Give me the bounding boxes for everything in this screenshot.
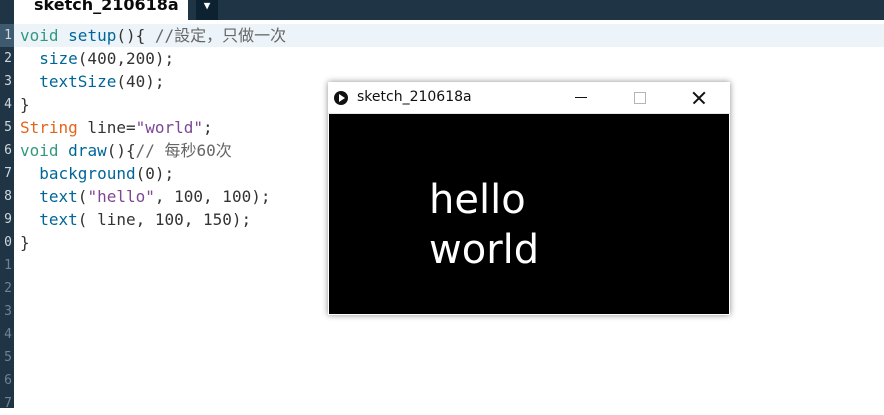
function-name: text <box>39 187 78 206</box>
code-text: (0); <box>135 164 175 183</box>
close-button[interactable] <box>684 86 712 110</box>
code-line[interactable]: void setup(){ //設定，只做一次 <box>20 24 286 47</box>
code-text: , 100, 100); <box>154 187 271 206</box>
function-name: background <box>39 164 136 183</box>
line-number: 1 <box>4 258 12 273</box>
code-line[interactable]: } <box>20 93 30 116</box>
function-name: size <box>39 49 78 68</box>
line-number: 7 <box>4 396 12 411</box>
tab-sketch[interactable]: sketch_210618a <box>14 0 188 20</box>
line-number: 3 <box>4 74 12 89</box>
code-text: ; <box>203 118 213 137</box>
code-line[interactable]: void draw(){// 每秒60次 <box>20 139 232 162</box>
function-name: text <box>39 210 78 229</box>
function-name: textSize <box>39 72 117 91</box>
sketch-window[interactable]: sketch_210618a hello world <box>328 82 730 315</box>
line-number: 1 <box>4 28 12 43</box>
code-line[interactable]: background(0); <box>20 162 174 185</box>
code-line[interactable]: } <box>20 231 30 254</box>
minimize-button[interactable] <box>568 86 596 110</box>
line-number: 2 <box>4 281 12 296</box>
code-text: (400,200); <box>77 49 175 68</box>
function-name: setup <box>68 26 117 45</box>
sketch-window-titlebar[interactable]: sketch_210618a <box>328 82 730 114</box>
canvas-text-hello: hello <box>429 177 526 223</box>
line-number: 5 <box>4 350 12 365</box>
tab-menu-arrow-icon[interactable]: ▼ <box>196 0 218 20</box>
line-number: 8 <box>4 189 12 204</box>
code-text: } <box>20 233 30 252</box>
string-literal: "world" <box>135 118 204 137</box>
line-number: 6 <box>4 373 12 388</box>
sketch-canvas[interactable]: hello world <box>329 114 729 314</box>
maximize-button[interactable] <box>626 86 654 110</box>
tab-bar: sketch_210618a ▼ <box>0 0 884 20</box>
line-number: 9 <box>4 212 12 227</box>
keyword: void <box>20 26 59 45</box>
code-line[interactable]: size(400,200); <box>20 47 174 70</box>
line-number: 6 <box>4 143 12 158</box>
comment: //設定，只做一次 <box>154 26 287 45</box>
code-line[interactable]: textSize(40); <box>20 70 165 93</box>
line-number-gutter: 1 2 3 4 5 6 7 8 9 0 1 2 3 4 5 6 7 <box>0 20 14 411</box>
comment: // 每秒60次 <box>135 141 232 160</box>
type-name: String <box>20 118 78 137</box>
processing-app-icon <box>334 91 348 105</box>
code-line[interactable]: String line="world"; <box>20 116 213 139</box>
line-number: 5 <box>4 120 12 135</box>
function-name: draw <box>68 141 107 160</box>
code-text: (){ <box>106 141 136 160</box>
code-text: line= <box>77 118 136 137</box>
code-line[interactable]: text( line, 100, 150); <box>20 208 251 231</box>
line-number: 2 <box>4 51 12 66</box>
line-number: 4 <box>4 327 12 342</box>
code-text: ( line, 100, 150); <box>77 210 252 229</box>
code-text: } <box>20 95 30 114</box>
code-text: (){ <box>116 26 155 45</box>
line-number: 0 <box>4 235 12 250</box>
line-number: 7 <box>4 166 12 181</box>
code-text: (40); <box>116 72 165 91</box>
sketch-window-title: sketch_210618a <box>357 89 472 105</box>
code-text: ( <box>77 187 88 206</box>
canvas-text-world: world <box>429 227 540 273</box>
line-number: 4 <box>4 97 12 112</box>
keyword: void <box>20 141 59 160</box>
string-literal: "hello" <box>87 187 155 206</box>
code-line[interactable]: text("hello", 100, 100); <box>20 185 270 208</box>
line-number: 3 <box>4 304 12 319</box>
